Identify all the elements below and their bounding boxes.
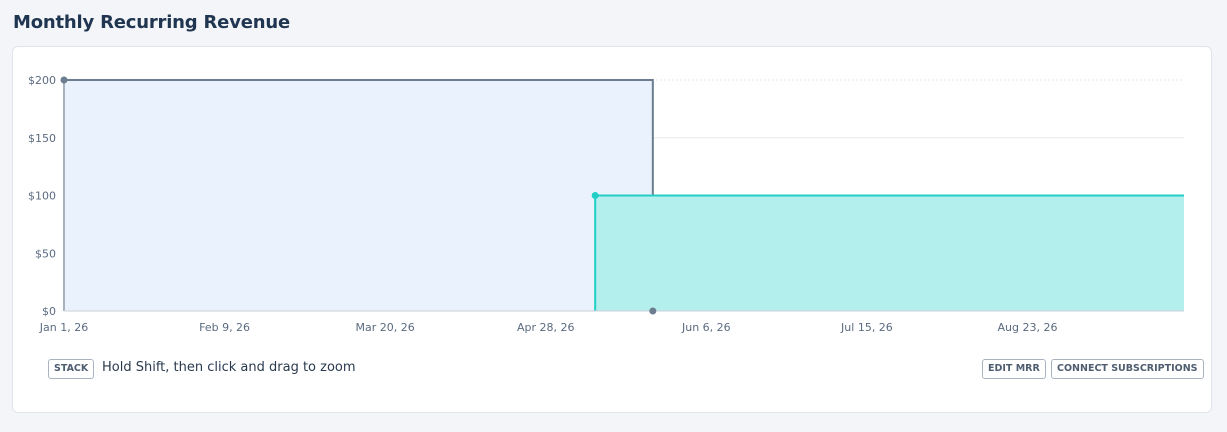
x-tick-label: Apr 28, 26 <box>517 321 575 334</box>
x-tick-label: Jun 6, 26 <box>681 321 731 334</box>
series-0-point <box>649 307 657 315</box>
connect-subscriptions-button[interactable]: CONNECT SUBSCRIPTIONS <box>1051 359 1204 379</box>
mrr-chart-card: $0 $50 $100 $150 $200 Jan 1, 26 Feb 9, 26 Mar 2… <box>12 46 1212 413</box>
x-tick-label: Aug 23, 26 <box>998 321 1058 334</box>
y-tick-label: $150 <box>28 132 56 145</box>
mrr-chart[interactable]: $0 $50 $100 $150 $200 Jan 1, 26 Feb 9, 26 Mar 2… <box>13 47 1213 347</box>
series-0-point <box>60 76 68 84</box>
series-0-area <box>64 80 653 311</box>
edit-mrr-button[interactable]: EDIT MRR <box>982 359 1046 379</box>
series-1-point <box>591 192 599 199</box>
y-tick-label: $200 <box>28 74 56 87</box>
series-1-area <box>595 195 1184 311</box>
y-tick-label: $50 <box>35 247 56 260</box>
x-tick-label: Jan 1, 26 <box>39 321 88 334</box>
area-layer <box>63 79 1184 311</box>
x-tick-label: Mar 20, 26 <box>356 321 415 334</box>
x-tick-label: Jul 15, 26 <box>840 321 893 334</box>
y-tick-label: $0 <box>42 305 56 318</box>
page-title: Monthly Recurring Revenue <box>13 12 290 33</box>
stack-toggle-button[interactable]: STACK <box>48 359 95 379</box>
y-tick-label: $100 <box>28 190 56 203</box>
zoom-hint: Hold Shift, then click and drag to zoom <box>102 360 356 375</box>
x-tick-label: Feb 9, 26 <box>199 321 250 334</box>
